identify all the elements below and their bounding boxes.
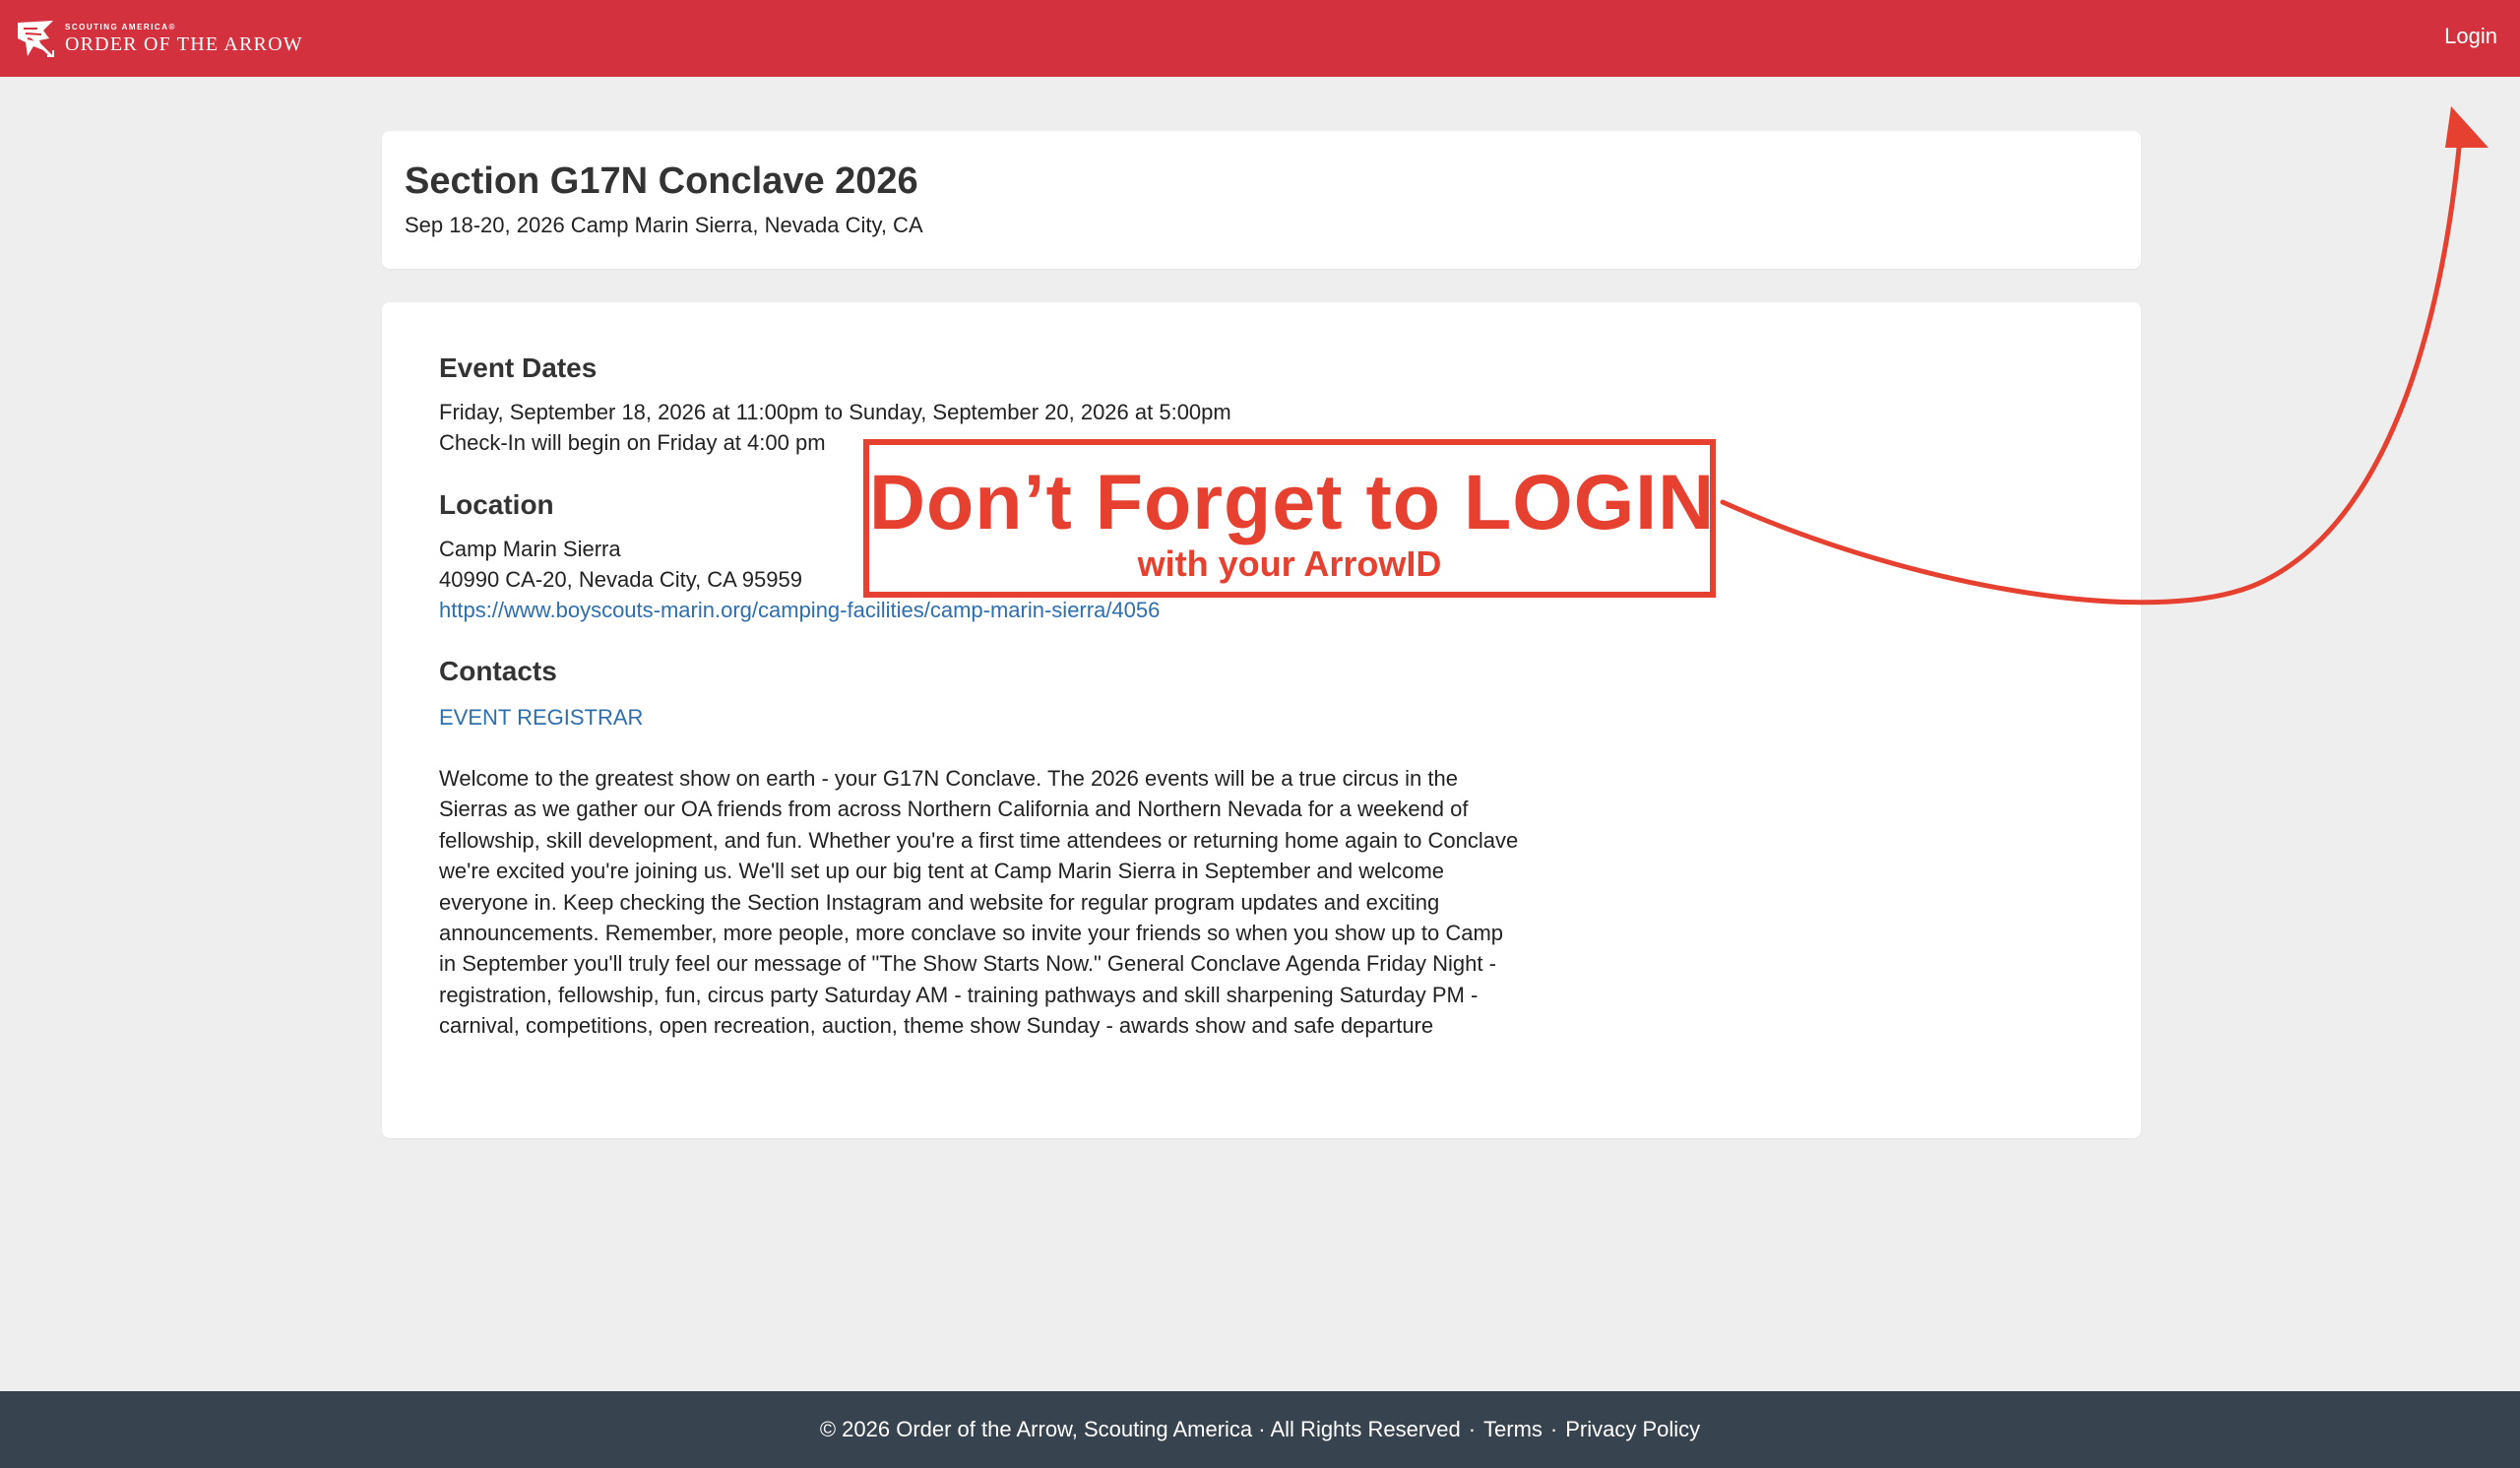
footer-privacy-link[interactable]: Privacy Policy xyxy=(1565,1417,1700,1442)
footer-copyright: © 2026 Order of the Arrow, Scouting Amer… xyxy=(819,1417,1461,1441)
page-footer: © 2026 Order of the Arrow, Scouting Amer… xyxy=(0,1391,2520,1468)
footer-terms-link[interactable]: Terms xyxy=(1483,1417,1543,1442)
footer-separator: · xyxy=(1549,1417,1558,1441)
annotation-arrow xyxy=(1720,106,2488,606)
arrowhead-icon xyxy=(2445,106,2488,148)
footer-separator: · xyxy=(1468,1417,1477,1441)
